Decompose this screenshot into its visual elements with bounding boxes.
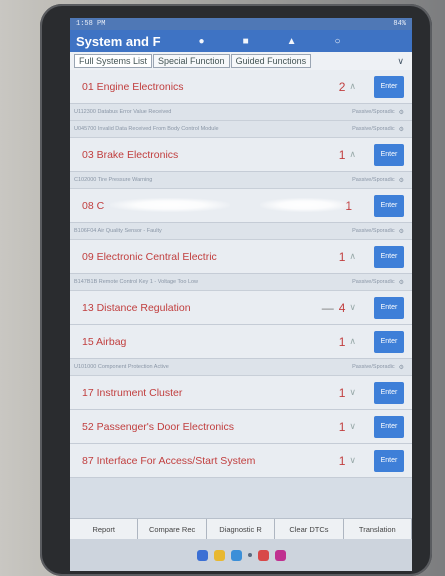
enter-button[interactable]: Enter <box>374 143 404 166</box>
system-row[interactable]: 15 Airbag 1 ∧ Enter <box>70 325 412 359</box>
enter-button[interactable]: Enter <box>374 330 404 353</box>
enter-button[interactable]: Enter <box>374 415 404 438</box>
home-dot-icon[interactable] <box>247 553 252 557</box>
fault-count: 1 <box>345 198 352 213</box>
system-row[interactable]: 09 Electronic Central Electric 1 ∧ Enter <box>70 240 412 274</box>
tab-guided-functions[interactable]: Guided Functions <box>230 54 312 68</box>
clear-dtcs-button[interactable]: Clear DTCs <box>275 519 344 539</box>
status-battery: 84% <box>393 20 406 28</box>
dtc-row[interactable]: B106F04 Air Quality Sensor - Faulty Passi… <box>70 223 412 240</box>
chevron-down-icon[interactable]: ∨ <box>349 387 356 398</box>
dtc-text: U112300 Databus Error Value Received <box>74 109 172 115</box>
status-time: 1:58 PM <box>76 20 106 28</box>
dtc-status: Passive/Sporadic <box>352 126 395 132</box>
bottom-toolbar: Report Compare Rec Diagnostic R Clear DT… <box>70 518 412 539</box>
system-row[interactable]: 08 C 1 Enter <box>70 189 412 223</box>
dtc-status: Passive/Sporadic <box>352 279 395 285</box>
system-name: 87 Interface For Access/Start System <box>82 454 256 467</box>
app-title-bar: System and F ● ■ ▲ ○ <box>70 30 412 52</box>
system-row[interactable]: 13 Distance Regulation — 4 ∨ Enter <box>70 291 412 325</box>
dtc-status: Passive/Sporadic <box>352 364 395 370</box>
info-icon[interactable]: ⚙ <box>399 126 404 133</box>
system-name: 08 C <box>82 199 105 212</box>
chevron-down-icon[interactable]: ∨ <box>397 56 404 67</box>
fault-count: 1 <box>338 334 346 349</box>
chevron-up-icon[interactable]: ∧ <box>349 149 356 160</box>
fault-count: 2 <box>338 79 346 94</box>
chevron-up-icon[interactable]: ∧ <box>349 336 356 347</box>
chevron-up-icon[interactable]: ∧ <box>349 81 356 92</box>
fault-count: 1 <box>338 419 346 434</box>
system-name: 03 Brake Electronics <box>82 148 179 161</box>
dtc-row[interactable]: U045700 Invalid Data Received From Body … <box>70 121 412 138</box>
dock-app-icon[interactable] <box>257 549 269 561</box>
info-icon[interactable]: ⚙ <box>399 279 404 286</box>
dtc-row[interactable]: U112300 Databus Error Value Received Pass… <box>70 104 412 121</box>
dtc-text: B147B1B Remote Control Key 1 - Voltage T… <box>74 279 199 285</box>
fault-count: 1 <box>338 385 346 400</box>
dock-app-icon[interactable] <box>196 549 208 561</box>
dtc-status: Passive/Sporadic <box>352 109 395 115</box>
tab-special-function[interactable]: Special Function <box>153 54 230 68</box>
system-row[interactable]: 87 Interface For Access/Start System 1 ∨ En… <box>70 444 412 478</box>
systems-list: 01 Engine Electronics 2 ∧ Enter U112300 Data… <box>70 70 412 539</box>
dtc-row[interactable]: B147B1B Remote Control Key 1 - Voltage T… <box>70 274 412 291</box>
info-icon[interactable]: ⚙ <box>399 228 404 235</box>
enter-button[interactable]: Enter <box>374 381 404 404</box>
chevron-down-icon[interactable]: ∨ <box>349 455 356 466</box>
diagnostic-button[interactable]: Diagnostic R <box>206 519 276 539</box>
system-name: 01 Engine Electronics <box>82 80 184 93</box>
dtc-status: Passive/Sporadic <box>352 177 395 183</box>
enter-button[interactable]: Enter <box>374 449 404 472</box>
system-row[interactable]: 01 Engine Electronics 2 ∧ Enter <box>70 70 412 104</box>
enter-button[interactable]: Enter <box>374 296 404 319</box>
system-name: 15 Airbag <box>82 335 127 348</box>
person-icon[interactable]: ▲ <box>287 36 297 47</box>
info-icon[interactable]: ⚙ <box>399 364 404 371</box>
dtc-text: B106F04 Air Quality Sensor - Faulty <box>74 228 162 234</box>
page-title: System and F <box>76 33 161 49</box>
system-name: 52 Passenger's Door Electronics <box>82 420 234 433</box>
dash-mark: — <box>321 300 334 315</box>
compare-button[interactable]: Compare Rec <box>138 519 207 539</box>
dtc-row[interactable]: C102000 Tire Pressure Warning Passive/Spo… <box>70 172 412 189</box>
system-row[interactable]: 17 Instrument Cluster 1 ∨ Enter <box>70 376 412 410</box>
info-icon[interactable]: ⚙ <box>399 177 404 184</box>
tablet-screen: 1:58 PM 84% System and F ● ■ ▲ ○ Full Sy… <box>70 18 412 571</box>
enter-button[interactable]: Enter <box>374 75 404 98</box>
chevron-down-icon[interactable]: ∨ <box>349 421 356 432</box>
translation-button[interactable]: Translation <box>343 519 412 539</box>
user-icon[interactable]: ○ <box>335 36 341 47</box>
fault-count: 4 <box>338 300 346 315</box>
system-row[interactable]: 03 Brake Electronics 1 ∧ Enter <box>70 138 412 172</box>
info-icon[interactable]: ⚙ <box>399 109 404 116</box>
dtc-text: U101000 Component Protection Active <box>74 364 169 370</box>
tab-full-systems-list[interactable]: Full Systems List <box>74 54 153 68</box>
android-dock <box>70 539 412 571</box>
dock-app-icon[interactable] <box>274 549 286 561</box>
dock-app-icon[interactable] <box>230 549 242 561</box>
fault-count: 1 <box>338 249 346 264</box>
dtc-status: Passive/Sporadic <box>352 228 395 234</box>
dock-app-icon[interactable] <box>213 549 225 561</box>
chevron-down-icon[interactable]: ∨ <box>349 302 356 313</box>
dtc-text: C102000 Tire Pressure Warning <box>74 177 153 183</box>
dtc-row[interactable]: U101000 Component Protection Active Passi… <box>70 359 412 376</box>
system-row[interactable]: 52 Passenger's Door Electronics 1 ∨ Enter <box>70 410 412 444</box>
fault-count: 1 <box>338 453 346 468</box>
document-icon[interactable]: ■ <box>243 36 249 47</box>
function-tabs: Full Systems List Special Function Guide… <box>70 52 412 71</box>
system-name: 09 Electronic Central Electric <box>82 250 217 263</box>
enter-button[interactable]: Enter <box>374 194 404 217</box>
chevron-up-icon[interactable]: ∧ <box>349 251 356 262</box>
enter-button[interactable]: Enter <box>374 245 404 268</box>
status-bar: 1:58 PM 84% <box>70 18 412 30</box>
fault-count: 1 <box>338 147 346 162</box>
system-name: 13 Distance Regulation <box>82 301 191 314</box>
report-button[interactable]: Report <box>70 519 139 539</box>
home-icon[interactable]: ● <box>199 36 205 47</box>
dtc-text: U045700 Invalid Data Received From Body … <box>74 126 219 132</box>
system-name: 17 Instrument Cluster <box>82 386 183 399</box>
